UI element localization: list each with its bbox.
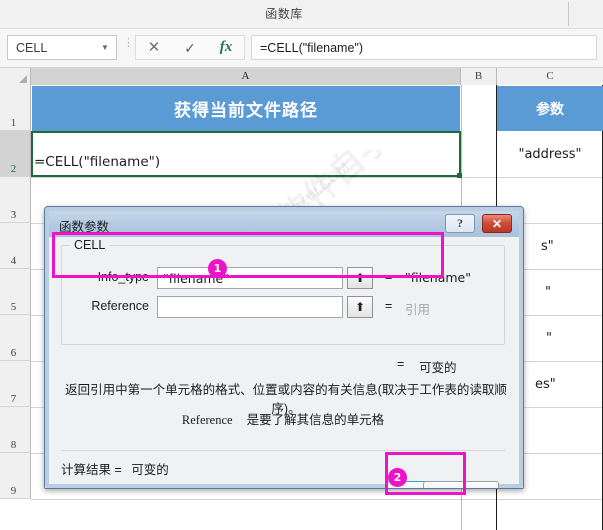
confirm-formula-icon[interactable]: ✓ (175, 41, 205, 55)
argument-description: Reference 是要了解其信息的单元格 (61, 409, 505, 428)
select-all-corner[interactable] (0, 68, 31, 85)
argument-row-info-type: Info_type "filename" ⬆ = "filename" (49, 267, 493, 291)
column-header-a[interactable]: A (31, 68, 461, 85)
formula-action-buttons: ✕ ✓ fx (135, 35, 245, 60)
argument-result-info-type: "filename" (405, 270, 471, 285)
name-box[interactable]: CELL ▼ (7, 35, 117, 60)
cell-fill-handle[interactable] (457, 173, 462, 178)
row-header-1-label: 1 (10, 117, 17, 129)
overall-result-value: 可变的 (419, 361, 457, 375)
annotation-badge-1: 1 (208, 259, 227, 278)
corner-triangle-icon (19, 75, 27, 83)
row-header-5-label: 5 (10, 301, 17, 313)
close-icon[interactable]: ✕ (482, 214, 512, 233)
range-picker-icon-info-type[interactable]: ⬆ (347, 267, 373, 289)
formula-bar-row: CELL ▼ ⋮ ✕ ✓ fx =CELL("filename") (0, 29, 603, 68)
calculation-result: 计算结果 = 可变的 (61, 459, 169, 478)
gridline-h-3 (31, 177, 603, 178)
argument-label-reference: Reference (91, 299, 149, 313)
row-header-1[interactable]: 1 (0, 85, 31, 131)
argument-row-reference: Reference ⬆ = 引用 (49, 296, 493, 320)
vertical-dots-icon: ⋮ (123, 37, 134, 49)
cell-a1[interactable]: 获得当前文件路径 (32, 86, 460, 131)
gridline-h-10 (31, 499, 603, 500)
row-header-2-label: 2 (10, 163, 17, 175)
row-header-3[interactable]: 3 (0, 177, 31, 223)
ribbon-divider (568, 2, 569, 26)
row-header-9-label: 9 (10, 485, 17, 497)
argument-equals-reference: = (385, 299, 393, 313)
row-header-9[interactable]: 9 (0, 453, 31, 499)
annotation-badge-2: 2 (388, 468, 407, 487)
argument-input-info-type[interactable]: "filename" (157, 267, 343, 289)
ribbon-group-title: 函数库 (265, 7, 303, 21)
dialog-title: 函数参数 (59, 220, 110, 234)
ribbon-strip: 函数库 (0, 0, 603, 28)
row-header-4-label: 4 (10, 255, 17, 267)
argument-description-text: 是要了解其信息的单元格 (246, 413, 385, 427)
row-header-8-label: 8 (10, 439, 17, 451)
formula-input[interactable]: =CELL("filename") (251, 35, 597, 60)
insert-function-icon[interactable]: fx (211, 40, 241, 55)
row-header-3-label: 3 (10, 209, 17, 221)
name-box-value: CELL (16, 40, 48, 55)
column-header-b[interactable]: B (461, 68, 497, 85)
range-picker-icon-reference[interactable]: ⬆ (347, 296, 373, 318)
dialog-divider (61, 450, 505, 451)
row-header-7[interactable]: 7 (0, 361, 31, 407)
help-icon[interactable]: ? (445, 214, 475, 233)
row-header-6-label: 6 (10, 347, 17, 359)
column-header-c[interactable]: C (497, 68, 603, 85)
function-arguments-dialog: 函数参数 ? ✕ CELL Info_type "filename" ⬆ = "… (44, 206, 524, 489)
overall-result-equals: = (397, 357, 405, 371)
row-header-2[interactable]: 2 (0, 131, 31, 177)
dialog-title-bar[interactable]: 函数参数 ? ✕ (49, 211, 519, 237)
cell-c1[interactable]: 参数 (497, 86, 603, 131)
arguments-fieldset: CELL (61, 238, 505, 345)
calculation-result-value: 可变的 (131, 463, 169, 477)
cancel-formula-icon[interactable]: ✕ (139, 40, 169, 55)
calculation-result-label: 计算结果 = (61, 463, 122, 477)
dialog-body: CELL Info_type "filename" ⬆ = "filename"… (49, 237, 519, 488)
argument-equals-info-type: = (385, 270, 393, 284)
cell-c2[interactable]: "address" (497, 132, 603, 176)
row-header-5[interactable]: 5 (0, 269, 31, 315)
row-header-6[interactable]: 6 (0, 315, 31, 361)
argument-input-reference[interactable] (157, 296, 343, 318)
row-header-7-label: 7 (10, 393, 17, 405)
row-header-8[interactable]: 8 (0, 407, 31, 453)
fieldset-legend: CELL (70, 238, 110, 252)
chevron-down-icon[interactable]: ▼ (94, 43, 116, 52)
argument-label-info-type: Info_type (97, 270, 149, 284)
argument-description-name: Reference (181, 413, 233, 427)
argument-result-reference: 引用 (405, 303, 431, 317)
cell-a2[interactable]: =CELL("filename") (32, 132, 460, 176)
row-header-4[interactable]: 4 (0, 223, 31, 269)
cancel-button[interactable]: 取消 (423, 481, 499, 488)
